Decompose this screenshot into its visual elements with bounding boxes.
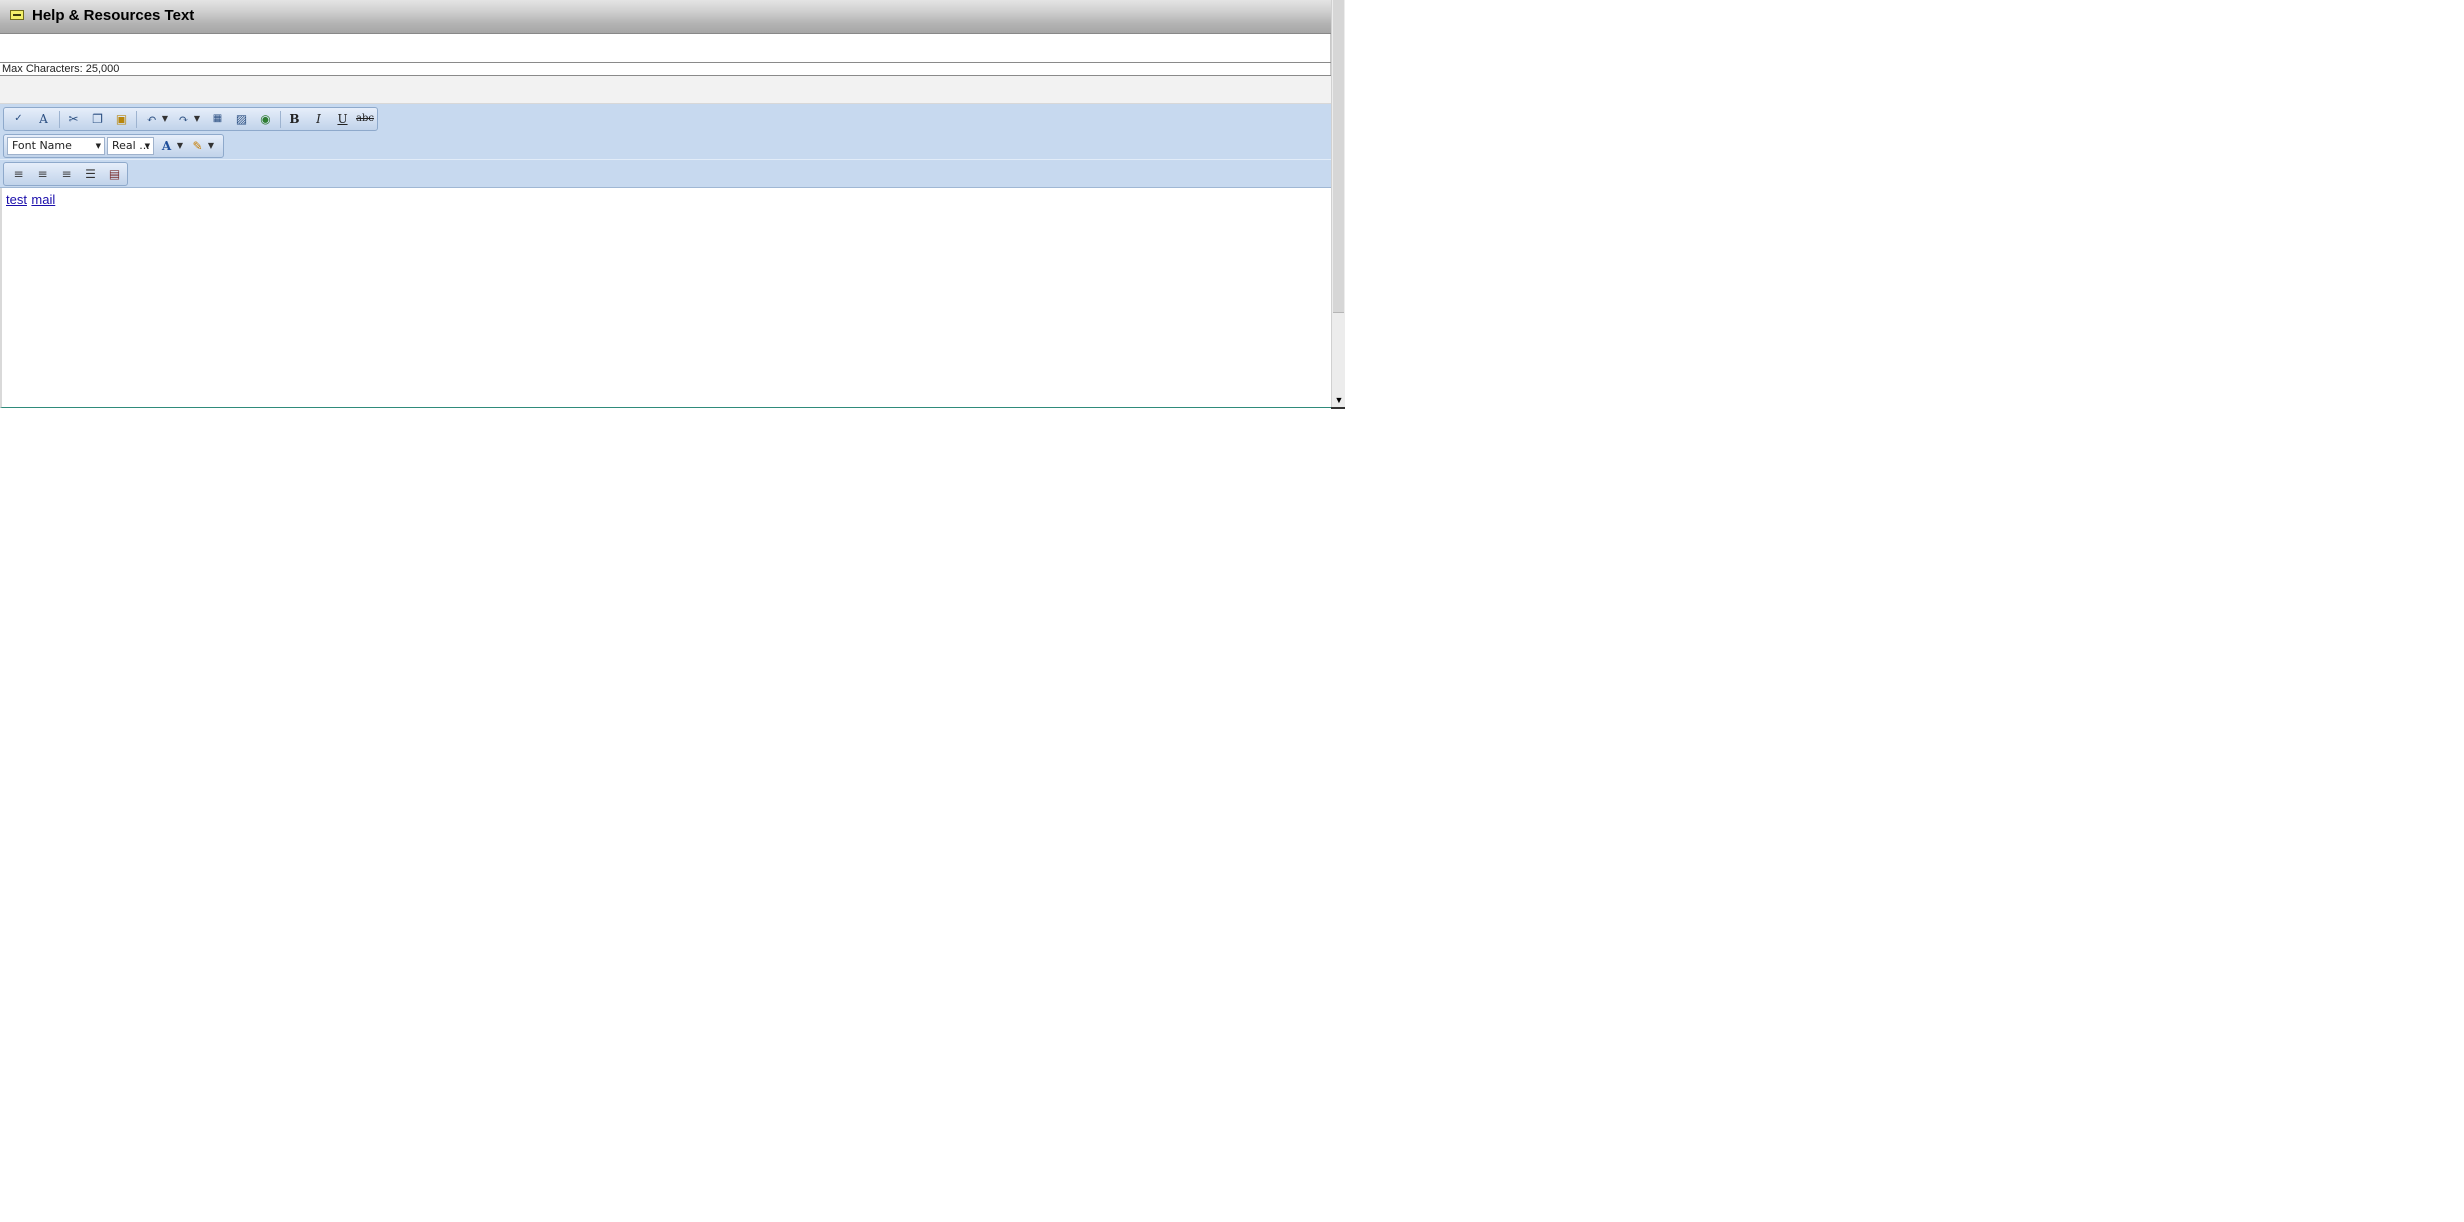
spellcheck-icon[interactable]: ✓ (9, 110, 28, 128)
font-size-select[interactable]: Real ... ▼ (107, 137, 154, 155)
separator (59, 111, 60, 128)
find-replace-icon[interactable]: A (34, 110, 53, 128)
divider (0, 62, 1331, 63)
undo-dropdown-icon[interactable]: ▼ (161, 110, 169, 128)
chevron-down-icon: ▼ (144, 142, 150, 150)
toolbar-row-divider (0, 159, 1331, 160)
link-mail[interactable]: mail (31, 192, 55, 207)
toolbar-group-align: ≡ ≡ ≡ ☰ ▤ (3, 162, 128, 186)
vertical-scrollbar[interactable]: ▼ (1331, 0, 1345, 408)
copy-icon[interactable]: ❐ (88, 110, 107, 128)
align-center-icon[interactable]: ≡ (33, 165, 52, 183)
max-characters-label: Max Characters: 25,000 (2, 63, 120, 75)
align-right-icon[interactable]: ≡ (57, 165, 76, 183)
align-left-icon[interactable]: ≡ (9, 165, 28, 183)
panel-header: Help & Resources Text (0, 0, 1331, 34)
collapse-icon[interactable] (10, 10, 24, 20)
chevron-down-icon: ▼ (95, 142, 101, 150)
spacer-band (0, 76, 1331, 104)
cut-icon[interactable]: ✂ (64, 110, 83, 128)
italic-button[interactable]: I (309, 110, 328, 128)
editor-content: test mail (6, 191, 55, 209)
font-color-icon[interactable]: A (157, 137, 176, 155)
justify-icon[interactable]: ☰ (81, 165, 100, 183)
editor-content-area[interactable]: test mail (0, 188, 1331, 408)
separator (280, 111, 281, 128)
redo-icon[interactable]: ↷ (174, 110, 193, 128)
redo-dropdown-icon[interactable]: ▼ (193, 110, 201, 128)
highlight-color-icon[interactable]: ✎ (188, 137, 207, 155)
underline-button[interactable]: U (333, 110, 352, 128)
help-resources-panel: Help & Resources Text Max Characters: 25… (0, 0, 1331, 408)
toolbar-group-font: Font Name ▼ Real ... ▼ A ▼ ✎ ▼ (3, 134, 224, 158)
scrollbar-thumb[interactable] (1333, 0, 1344, 313)
panel-title: Help & Resources Text (32, 7, 195, 24)
insert-table-icon[interactable]: ▦ (208, 110, 227, 128)
remove-alignment-icon[interactable]: ▤ (105, 165, 124, 183)
paste-icon[interactable]: ▣ (112, 110, 131, 128)
separator (136, 111, 137, 128)
scrollbar-bottom-edge (1331, 407, 1345, 409)
toolbar-group-edit: ✓ A ✂ ❐ ▣ ↶ ▼ ↷ ▼ ▦ ▨ ◉ B I U abc (3, 107, 378, 131)
font-color-dropdown-icon[interactable]: ▼ (176, 137, 184, 155)
highlight-dropdown-icon[interactable]: ▼ (207, 137, 215, 155)
bold-button[interactable]: B (285, 110, 304, 128)
link-test[interactable]: test (6, 192, 27, 207)
editor-toolbar: ✓ A ✂ ❐ ▣ ↶ ▼ ↷ ▼ ▦ ▨ ◉ B I U abc Font N… (0, 104, 1331, 188)
font-name-select[interactable]: Font Name ▼ (7, 137, 105, 155)
undo-icon[interactable]: ↶ (142, 110, 161, 128)
scroll-down-arrow-icon[interactable]: ▼ (1334, 394, 1344, 406)
font-name-value: Font Name (12, 139, 72, 152)
strikethrough-button[interactable]: abc (354, 110, 376, 128)
image-manager-icon[interactable]: ▨ (232, 110, 251, 128)
hyperlink-icon[interactable]: ◉ (256, 110, 275, 128)
